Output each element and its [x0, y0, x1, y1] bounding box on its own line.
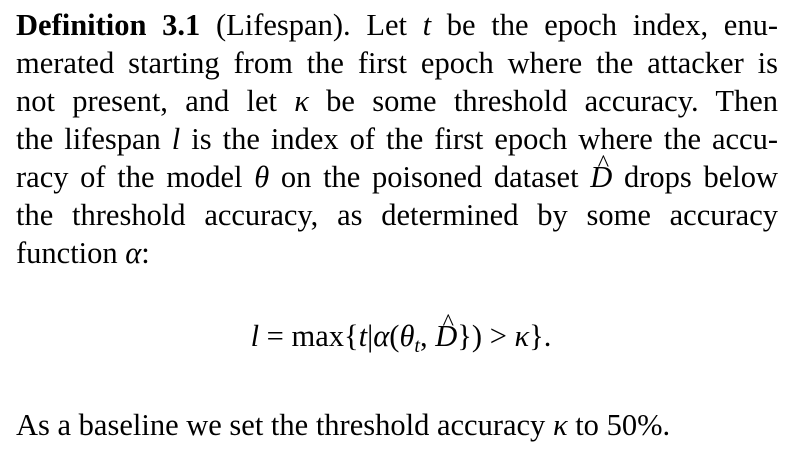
- threshold-value: 50%: [606, 408, 663, 442]
- definition-line-2: merated starting from the first epoch wh…: [16, 46, 778, 80]
- definition-line-5: racy of the model θ on the poisoned data…: [16, 145, 778, 196]
- definition-line-6: the threshold accuracy, as determined by…: [16, 198, 778, 232]
- math-D-hat: D: [590, 145, 612, 196]
- math-alpha: α: [125, 236, 142, 270]
- definition-name: (Lifespan).: [215, 8, 351, 42]
- definition-line-1: Definition 3.1 (Lifespan). Let t be the …: [16, 8, 778, 42]
- math-l: l: [171, 122, 181, 156]
- definition-label: Definition 3.1: [16, 8, 201, 42]
- paper-page: Definition 3.1 (Lifespan). Let t be the …: [0, 0, 802, 455]
- definition-line-7: function α:: [16, 236, 150, 270]
- math-t: t: [422, 8, 432, 42]
- math-theta: θ: [254, 160, 270, 194]
- lifespan-equation: l = max{t|α(θt, D}.}) > κ}.: [0, 303, 802, 360]
- math-kappa: κ: [294, 84, 309, 118]
- definition-line-4: the lifespan l is the index of the first…: [16, 122, 778, 156]
- baseline-sentence: As a baseline we set the threshold accur…: [16, 408, 671, 442]
- definition-line-3: not present, and let κ be some threshold…: [16, 84, 778, 118]
- math-kappa-baseline: κ: [552, 408, 568, 442]
